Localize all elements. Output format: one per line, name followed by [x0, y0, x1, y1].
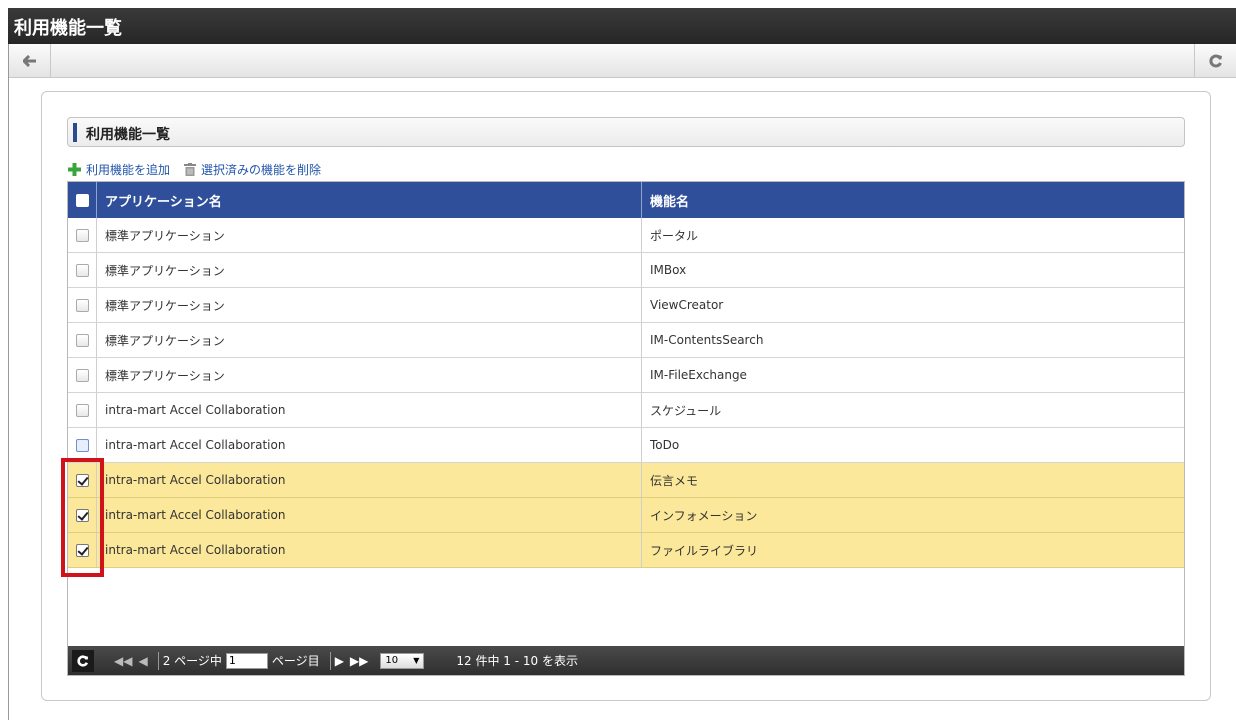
prev-page-icon[interactable]: ◀: [138, 654, 147, 668]
header-select-all[interactable]: [68, 182, 97, 218]
add-function-label: 利用機能を追加: [86, 162, 171, 177]
last-page-icon[interactable]: ▶▶: [350, 654, 368, 668]
table-row[interactable]: 標準アプリケーション ViewCreator: [68, 288, 1184, 323]
row-checkbox-checked[interactable]: [75, 508, 89, 522]
total-pages-label: 2 ページ中: [162, 654, 222, 668]
page-suffix-label: ページ目: [271, 654, 320, 668]
row-app-name: intra-mart Accel Collaboration: [97, 428, 642, 462]
table-row[interactable]: intra-mart Accel Collaboration スケジュール: [68, 393, 1184, 428]
arrow-left-icon: [22, 54, 36, 67]
first-page-icon[interactable]: ◀◀: [114, 654, 132, 668]
row-app-name: intra-mart Accel Collaboration: [97, 463, 642, 497]
trash-icon: [184, 162, 197, 176]
row-app-name: intra-mart Accel Collaboration: [97, 533, 642, 567]
delete-selected-button[interactable]: 選択済みの機能を削除: [184, 161, 321, 178]
function-grid: アプリケーション名 機能名 標準アプリケーション ポータル 標準アプリケーション…: [67, 181, 1185, 676]
table-row[interactable]: 標準アプリケーション IMBox: [68, 253, 1184, 288]
row-app-name: 標準アプリケーション: [97, 253, 642, 287]
row-app-name: 標準アプリケーション: [97, 288, 642, 322]
row-check-cell: [68, 533, 97, 567]
table-row[interactable]: 標準アプリケーション IM-ContentsSearch: [68, 323, 1184, 358]
row-checkbox[interactable]: [75, 438, 89, 452]
table-row[interactable]: intra-mart Accel Collaboration ToDo: [68, 428, 1184, 463]
divider: [157, 651, 159, 670]
pager-refresh-button[interactable]: [72, 649, 94, 672]
toolbar: [9, 44, 1236, 78]
window-title: 利用機能一覧: [14, 18, 122, 39]
table-row[interactable]: 標準アプリケーション IM-FileExchange: [68, 358, 1184, 393]
row-app-name: 標準アプリケーション: [97, 218, 642, 252]
reload-button[interactable]: [1194, 44, 1236, 77]
pager-summary: 12 件中 1 - 10 を表示: [456, 654, 578, 668]
table-row-selected[interactable]: intra-mart Accel Collaboration 伝言メモ: [68, 463, 1184, 498]
row-check-cell: [68, 253, 97, 287]
row-app-name: 標準アプリケーション: [97, 323, 642, 357]
pager-nav: ◀◀ ◀ 2 ページ中 1 ページ目 ▶ ▶▶ 10 ▼: [114, 651, 430, 670]
row-function-name: IM-ContentsSearch: [650, 333, 764, 347]
next-page-icon[interactable]: ▶: [335, 654, 344, 668]
column-header-app[interactable]: アプリケーション名: [97, 182, 642, 218]
table-row-selected[interactable]: intra-mart Accel Collaboration ファイルライブラリ: [68, 533, 1184, 568]
grid-header: アプリケーション名 機能名: [68, 182, 1184, 218]
row-checkbox[interactable]: [75, 298, 89, 312]
title-bar: 利用機能一覧: [8, 8, 1236, 44]
row-checkbox-checked[interactable]: [75, 473, 89, 487]
row-function-name: IMBox: [650, 263, 687, 277]
row-app-name: intra-mart Accel Collaboration: [97, 498, 642, 532]
page-number-input[interactable]: 1: [225, 652, 268, 669]
grid-rows: 標準アプリケーション ポータル 標準アプリケーション IMBox 標準アプリケー…: [68, 218, 1184, 568]
row-checkbox[interactable]: [75, 333, 89, 347]
row-check-cell: [68, 393, 97, 427]
section-accent-bar: [73, 123, 77, 142]
divider: [329, 651, 331, 670]
row-function-name: ViewCreator: [650, 298, 724, 312]
rows-per-page-value: 10: [385, 655, 399, 666]
row-check-cell: [68, 498, 97, 532]
page: 利用機能一覧 利用機能一覧 利用機能を追加 選択済みの機能を削除 アプリケーショ…: [0, 0, 1236, 720]
section-title: 利用機能一覧: [86, 127, 170, 143]
row-checkbox[interactable]: [75, 403, 89, 417]
delete-selected-label: 選択済みの機能を削除: [201, 162, 322, 177]
reload-icon: [77, 654, 89, 667]
rows-per-page-select[interactable]: 10 ▼: [380, 652, 425, 669]
row-app-name: 標準アプリケーション: [97, 358, 642, 392]
row-check-cell: [68, 218, 97, 252]
chevron-down-icon: ▼: [413, 656, 420, 665]
row-check-cell: [68, 323, 97, 357]
table-row-selected[interactable]: intra-mart Accel Collaboration インフォメーション: [68, 498, 1184, 533]
row-function-name: ファイルライブラリ: [650, 543, 759, 558]
add-function-button[interactable]: 利用機能を追加: [68, 161, 170, 178]
row-checkbox-checked[interactable]: [75, 543, 89, 557]
row-check-cell: [68, 358, 97, 392]
reload-icon: [1209, 54, 1222, 67]
row-function-name: IM-FileExchange: [650, 368, 747, 382]
table-row[interactable]: 標準アプリケーション ポータル: [68, 218, 1184, 253]
row-function-name: ポータル: [650, 228, 699, 243]
row-checkbox[interactable]: [75, 368, 89, 382]
row-function-name: インフォメーション: [650, 508, 758, 523]
row-check-cell: [68, 463, 97, 497]
row-function-name: 伝言メモ: [650, 473, 699, 488]
row-app-name: intra-mart Accel Collaboration: [97, 393, 642, 427]
row-function-name: ToDo: [650, 438, 680, 452]
row-check-cell: [68, 428, 97, 462]
plus-icon: [68, 162, 81, 176]
pager: ◀◀ ◀ 2 ページ中 1 ページ目 ▶ ▶▶ 10 ▼ 12 件中 1 - 1…: [68, 646, 1184, 675]
row-checkbox[interactable]: [75, 263, 89, 277]
action-bar: 利用機能を追加 選択済みの機能を削除: [68, 160, 335, 178]
select-all-checkbox[interactable]: [75, 193, 89, 207]
row-function-name: スケジュール: [650, 403, 722, 418]
row-checkbox[interactable]: [75, 228, 89, 242]
row-check-cell: [68, 288, 97, 322]
column-header-func[interactable]: 機能名: [642, 182, 1184, 218]
back-button[interactable]: [9, 44, 51, 77]
section-header: 利用機能一覧: [67, 117, 1185, 147]
